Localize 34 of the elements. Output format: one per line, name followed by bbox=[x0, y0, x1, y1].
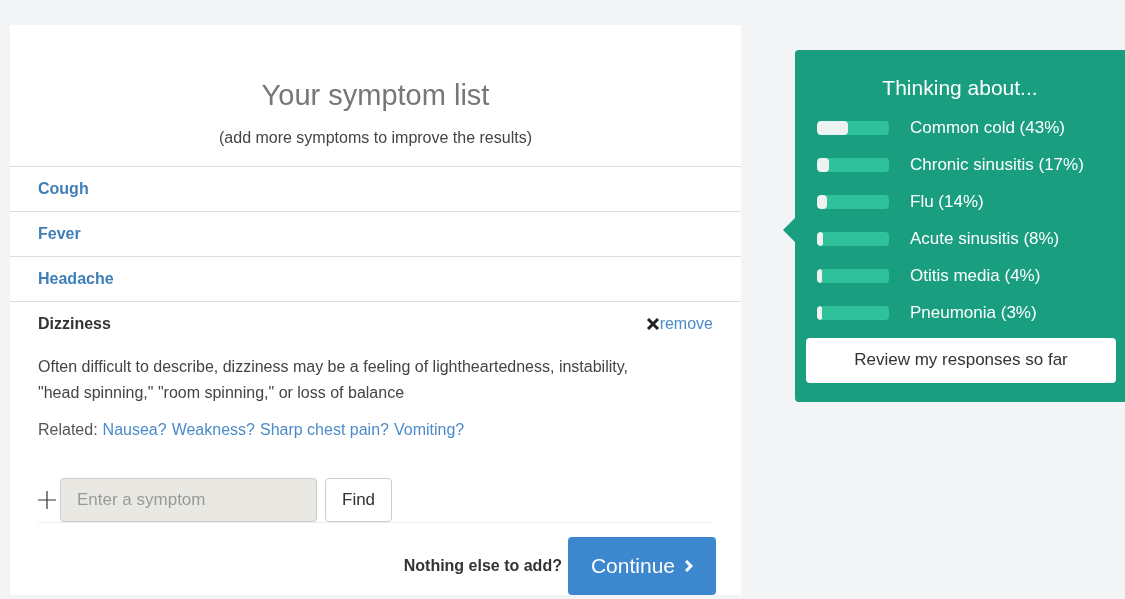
related-symptom-link[interactable]: Weakness? bbox=[171, 418, 255, 442]
remove-link[interactable]: remove bbox=[645, 312, 713, 336]
chevron-right-icon bbox=[685, 560, 693, 572]
symptom-link[interactable]: Fever bbox=[38, 212, 713, 256]
related-symptom-link[interactable]: Nausea? bbox=[102, 418, 167, 442]
symptom-input[interactable]: Enter a symptom bbox=[60, 478, 317, 522]
find-button[interactable]: Find bbox=[325, 478, 393, 522]
symptom-description: Often difficult to describe, dizziness may be a feeling of lightheartedness, instability, "head spinning," "room spinning," or loss of balance bbox=[38, 357, 629, 403]
probability-bar bbox=[817, 195, 889, 209]
related-symptom-link[interactable]: Vomiting? bbox=[393, 418, 465, 442]
condition-label: Flu (14%) bbox=[910, 191, 984, 214]
symptom-link[interactable]: Headache bbox=[38, 257, 713, 301]
close-icon bbox=[645, 317, 660, 331]
condition-label: Pneumonia (3%) bbox=[910, 302, 1037, 325]
card-subtitle: (add more symptoms to improve the results) bbox=[219, 128, 532, 148]
condition-label: Acute sinusitis (8%) bbox=[910, 228, 1060, 251]
symptom-name: Dizziness bbox=[38, 314, 111, 334]
panel-title: Thinking about... bbox=[882, 75, 1038, 101]
related-label: Related: bbox=[38, 420, 98, 440]
condition-label: Common cold (43%) bbox=[910, 117, 1065, 140]
condition-label: Otitis media (4%) bbox=[910, 265, 1041, 288]
continue-button[interactable]: Continue bbox=[567, 537, 716, 595]
probability-bar bbox=[817, 232, 889, 246]
related-symptom-link[interactable]: Sharp chest pain? bbox=[259, 418, 389, 442]
probability-bar bbox=[817, 158, 889, 172]
condition-label: Chronic sinusitis (17%) bbox=[910, 154, 1084, 177]
nothing-else-prompt: Nothing else to add? bbox=[403, 556, 562, 576]
probability-bar bbox=[817, 306, 889, 320]
symptom-link[interactable]: Cough bbox=[38, 167, 713, 211]
plus-icon bbox=[38, 491, 56, 509]
card-title: Your symptom list bbox=[261, 81, 490, 110]
review-button[interactable]: Review my responses so far bbox=[806, 337, 1116, 383]
probability-bar bbox=[817, 269, 889, 283]
probability-bar bbox=[817, 121, 889, 135]
